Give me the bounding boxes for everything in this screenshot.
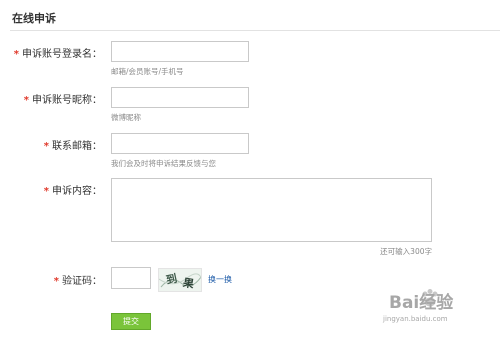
login-name-input[interactable] [111,41,249,62]
captcha-label-text: 验证码： [62,276,102,287]
content-char-counter: 还可输入300字 [380,247,432,256]
watermark-url: jingyan.baidu.com [383,315,448,323]
watermark-brand: Bai经验 [389,293,454,313]
title-divider [10,30,500,31]
captcha-label: * 验证码： [54,272,102,287]
captcha-image[interactable]: 到 果 [158,268,202,292]
login-name-label-text: 申诉账号登录名： [22,49,102,60]
content-label-text: 申诉内容： [52,186,102,197]
watermark: Bai经验 jingyan.baidu.com [379,286,494,330]
required-mark: * [23,95,29,106]
nickname-label: * 申诉账号昵称： [24,91,102,106]
refresh-captcha-link[interactable]: 换一换 [208,274,232,285]
nickname-label-text: 申诉账号昵称： [32,95,102,106]
required-mark: * [43,141,49,152]
required-mark: * [53,276,59,287]
content-label: * 申诉内容： [44,182,102,197]
page-title: 在线申诉 [12,12,56,25]
email-input[interactable] [111,133,249,154]
required-mark: * [13,49,19,60]
nickname-input[interactable] [111,87,249,108]
content-textarea[interactable] [111,178,432,242]
email-label-text: 联系邮箱： [52,141,102,152]
login-name-hint: 邮箱/会员账号/手机号 [111,67,184,76]
required-mark: * [43,186,49,197]
login-name-label: * 申诉账号登录名： [14,45,102,60]
email-label: * 联系邮箱： [44,137,102,152]
nickname-hint: 微博昵称 [111,113,141,122]
email-hint: 我们会及时将申诉结果反馈与您 [111,159,216,168]
captcha-input[interactable] [111,267,151,289]
submit-button[interactable]: 提交 [111,313,151,330]
